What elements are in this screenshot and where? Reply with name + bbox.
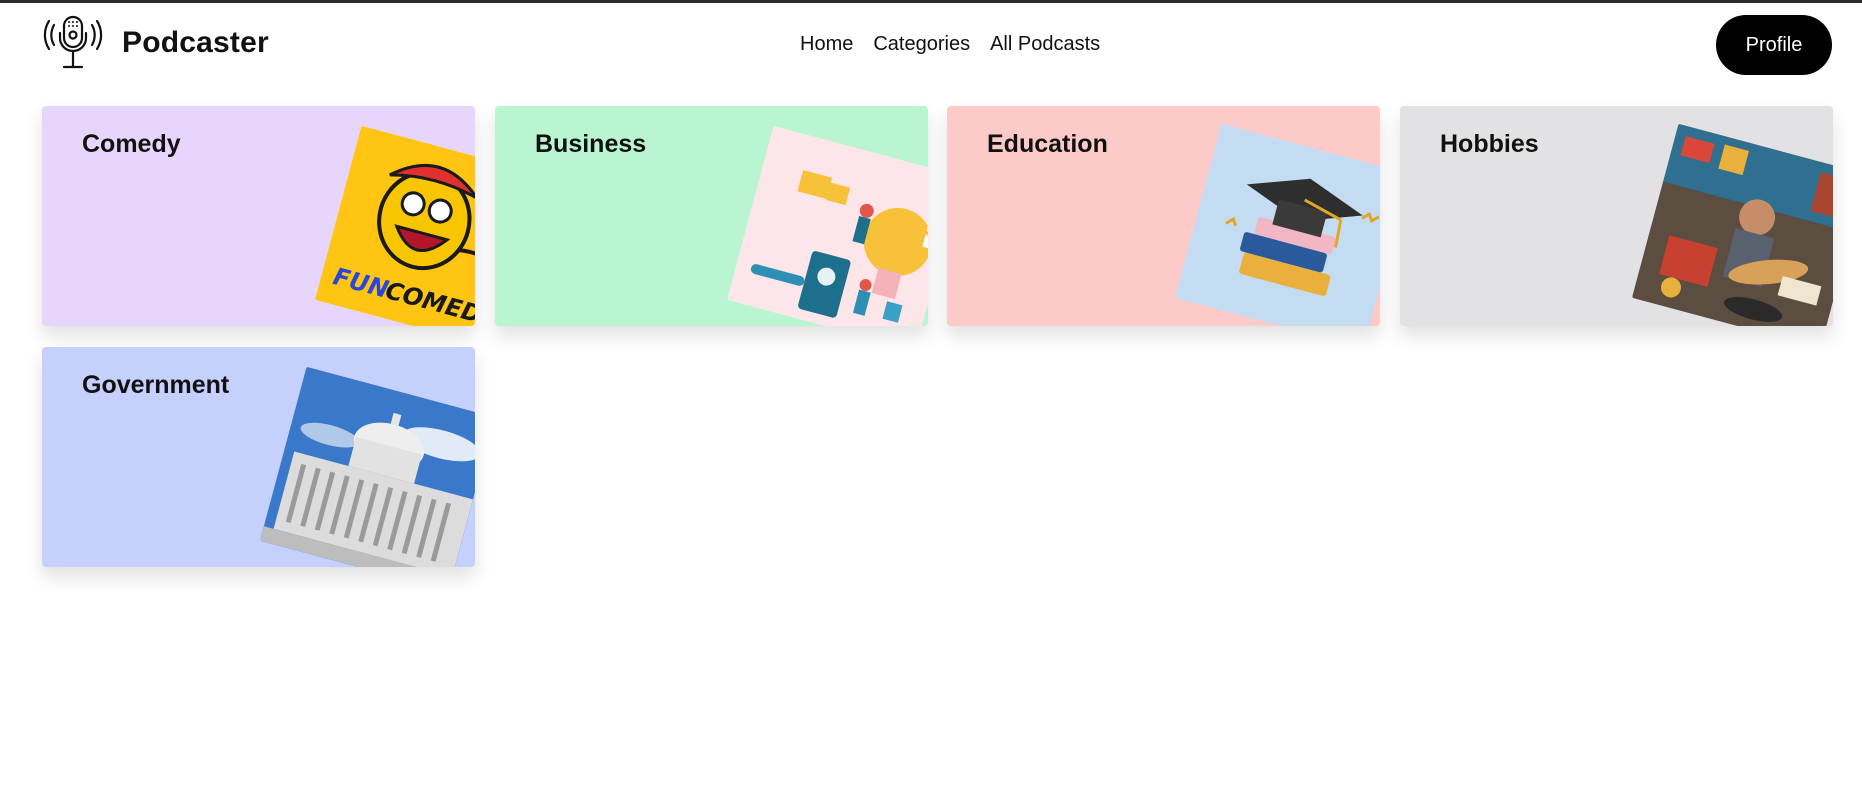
education-graduation-cap-image <box>1175 123 1380 326</box>
svg-text:FUN: FUN <box>330 262 391 304</box>
brand-name: Podcaster <box>122 26 269 59</box>
category-card-hobbies[interactable]: Hobbies <box>1400 106 1833 326</box>
category-card-comedy[interactable]: Comedy FUN COMEDY <box>42 106 475 326</box>
category-title: Comedy <box>82 130 181 158</box>
main-nav: Home Categories All Podcasts <box>800 33 1100 56</box>
microphone-logo-icon <box>43 15 103 69</box>
category-title: Hobbies <box>1440 130 1539 158</box>
svg-text:COMEDY: COMEDY <box>382 276 475 326</box>
comedy-mascot-image: FUN COMEDY <box>315 125 475 326</box>
category-card-government[interactable]: Government <box>42 347 475 567</box>
category-title: Education <box>987 130 1108 158</box>
nav-all-podcasts-link[interactable]: All Podcasts <box>990 33 1100 56</box>
profile-button[interactable]: Profile <box>1716 15 1832 75</box>
category-card-business[interactable]: Business <box>495 106 928 326</box>
category-title: Business <box>535 130 647 158</box>
business-illustration-image <box>727 125 928 326</box>
nav-home-link[interactable]: Home <box>800 33 853 56</box>
category-card-education[interactable]: Education <box>947 106 1380 326</box>
brand[interactable]: Podcaster <box>42 13 269 73</box>
category-title: Government <box>82 371 230 399</box>
hobbies-collage-image <box>1632 123 1833 326</box>
top-header: Podcaster Home Categories All Podcasts P… <box>0 3 1862 89</box>
nav-categories-link[interactable]: Categories <box>873 33 970 56</box>
government-capitol-image <box>260 366 475 567</box>
